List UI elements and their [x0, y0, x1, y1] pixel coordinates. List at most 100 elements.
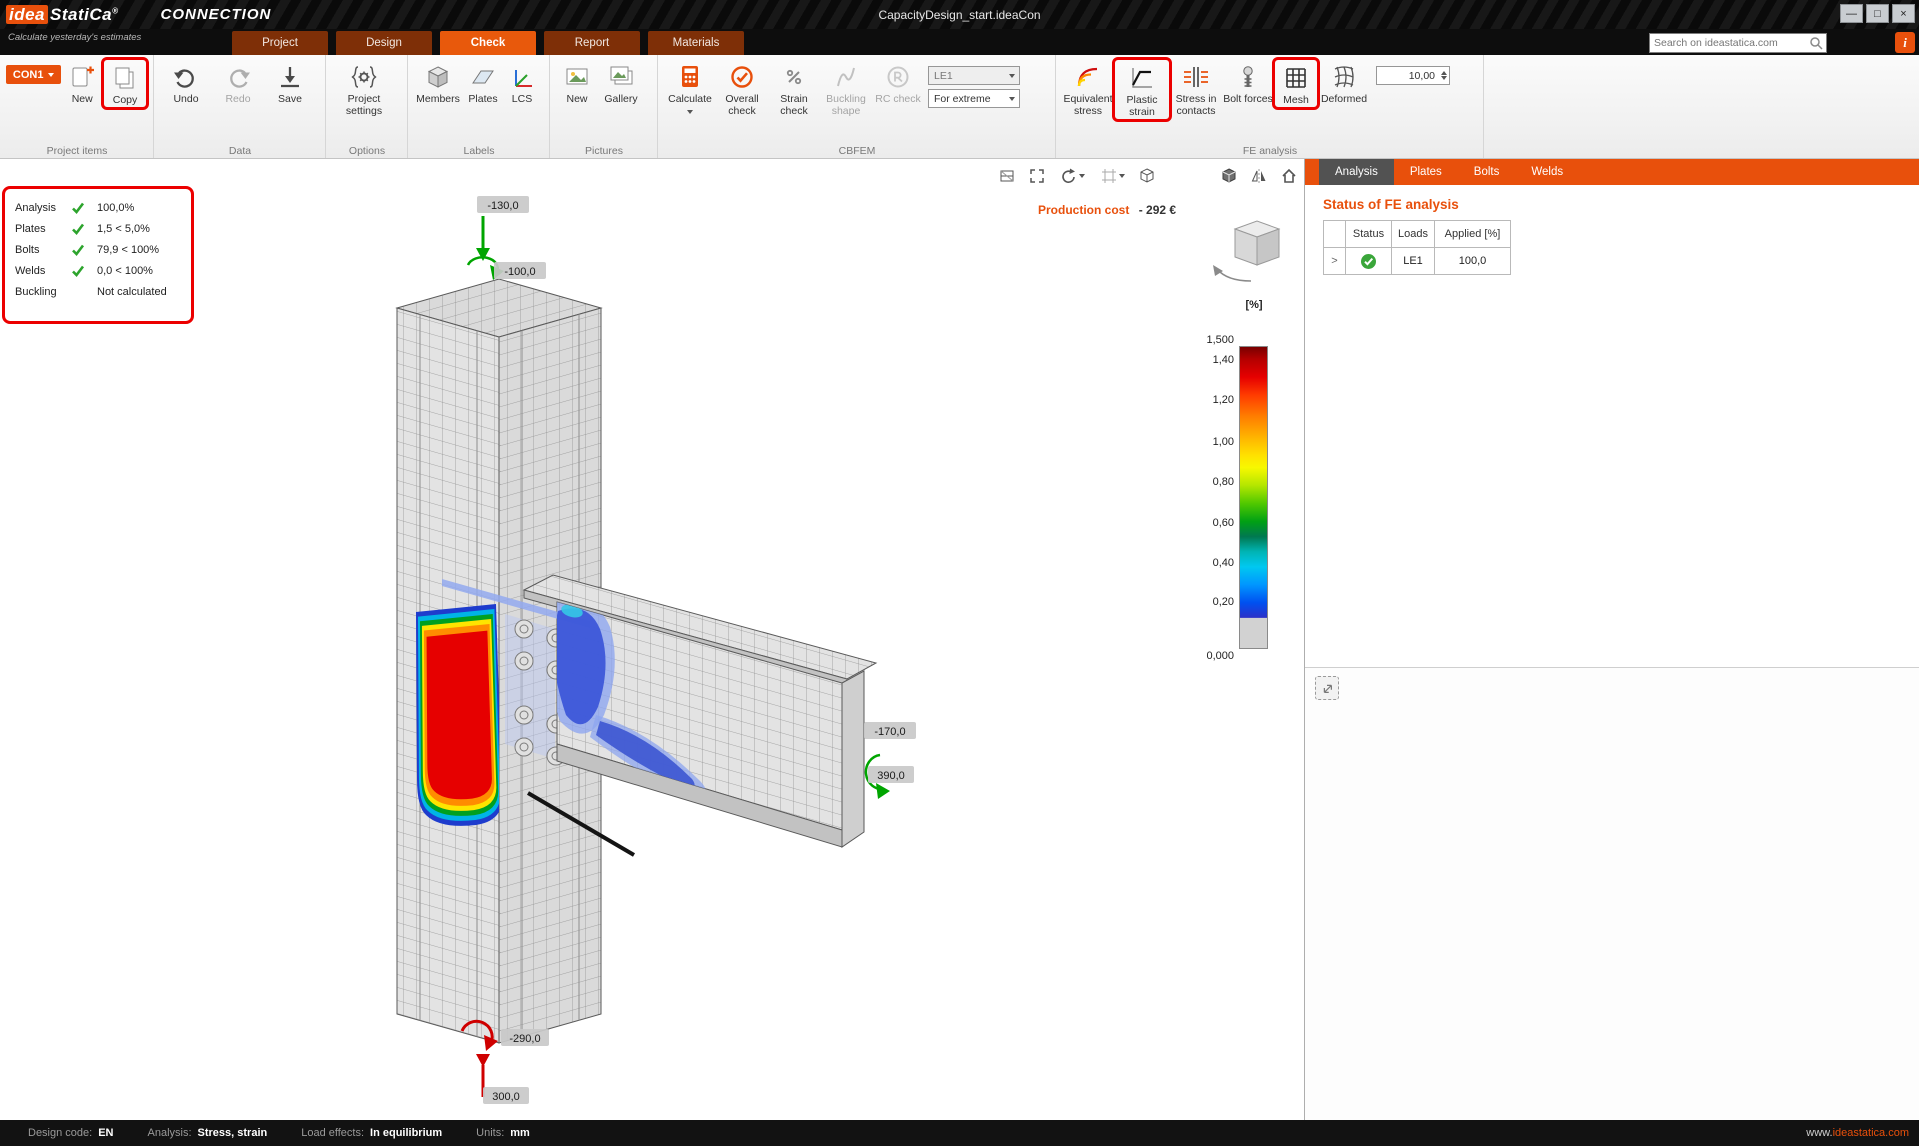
maximize-button[interactable]: □ [1866, 4, 1889, 23]
model-viewport[interactable]: Analysis 100,0% Plates 1,5 < 5,0% Bolts … [0, 159, 1304, 1120]
members-toggle-button[interactable]: Members [414, 60, 462, 105]
svg-text:-130,0: -130,0 [487, 200, 518, 212]
zoom-extents-button[interactable] [1025, 165, 1049, 187]
group-caption: Project items [0, 145, 154, 157]
load-effects-item: Load effects: In equilibrium [301, 1127, 442, 1139]
calculate-button[interactable]: Calculate [664, 60, 716, 117]
rotate-view-button[interactable] [1055, 165, 1089, 187]
rc-check-button[interactable]: RC check [872, 60, 924, 105]
results-tab-analysis[interactable]: Analysis [1319, 159, 1394, 185]
nav-row: Calculate yesterday's estimates Project … [0, 29, 1919, 55]
bolt-forces-button[interactable]: Bolt forces [1222, 60, 1274, 105]
overall-check-button[interactable]: Overall check [716, 60, 768, 117]
copy-highlight-box: Copy [101, 57, 149, 110]
summary-row-bolts: Bolts 79,9 < 100% [15, 239, 185, 260]
plates-toggle-button[interactable]: Plates [462, 60, 504, 105]
rc-check-icon [884, 63, 912, 91]
save-button[interactable]: Save [264, 60, 316, 105]
expander-header [1324, 221, 1346, 248]
table-row[interactable]: > LE1 100,0 [1324, 248, 1511, 275]
load-label-top-moment: -100,0 [494, 262, 546, 279]
strain-check-button[interactable]: Strain check [768, 60, 820, 117]
summary-row-plates: Plates 1,5 < 5,0% [15, 218, 185, 239]
group-caption: Options [326, 145, 408, 157]
wireframe-button[interactable] [1135, 165, 1159, 187]
titlebar: ideaStatiCa® CONNECTION CapacityDesign_s… [0, 0, 1919, 29]
plastic-strain-legend: [%] 1,500 1,40 1,20 1,00 0,80 0,60 0,40 … [1196, 299, 1280, 669]
orientation-cube[interactable] [1205, 211, 1297, 293]
svg-text:-290,0: -290,0 [509, 1033, 540, 1045]
plastic-strain-contour [416, 604, 502, 826]
search-box[interactable] [1649, 33, 1827, 53]
minimize-button[interactable]: — [1840, 4, 1863, 23]
project-settings-button[interactable]: Project settings [332, 60, 396, 117]
results-tab-welds[interactable]: Welds [1515, 159, 1579, 185]
search-input[interactable] [1650, 37, 1809, 49]
svg-text:390,0: 390,0 [877, 770, 905, 782]
home-view-button[interactable] [1277, 165, 1301, 187]
chevron-down-icon [687, 110, 693, 117]
wire-cube-icon [1138, 167, 1156, 185]
expand-pane-button[interactable] [1315, 676, 1339, 700]
contact-stress-icon [1182, 63, 1210, 91]
extreme-select[interactable]: For extreme [928, 89, 1020, 108]
legend-tick: 0,80 [1196, 476, 1234, 488]
info-button[interactable]: i [1895, 32, 1915, 53]
load-case-select[interactable]: LE1 [928, 66, 1020, 85]
plastic-strain-button[interactable]: Plastic strain [1116, 61, 1168, 118]
equivalent-stress-button[interactable]: Equivalent stress [1062, 60, 1114, 117]
load-label-beam-force: -170,0 [864, 722, 916, 739]
redo-button[interactable]: Redo [212, 60, 264, 105]
new-project-item-button[interactable]: New [61, 60, 103, 105]
lcs-toggle-button[interactable]: LCS [504, 60, 540, 105]
new-picture-button[interactable]: New [556, 60, 598, 105]
con1-dropdown[interactable]: CON1 [6, 65, 61, 84]
legend-unit: [%] [1236, 299, 1272, 311]
section-view-button[interactable] [995, 165, 1019, 187]
legend-tick: 0,60 [1196, 517, 1234, 529]
tab-materials[interactable]: Materials [648, 31, 744, 55]
website-link[interactable]: www.ideastatica.com [1806, 1127, 1909, 1139]
group-labels: Members Plates LCS [408, 55, 550, 158]
clipping-button[interactable] [1095, 165, 1129, 187]
picture-icon [563, 63, 591, 91]
gallery-button[interactable]: Gallery [598, 60, 644, 105]
deformed-scale-spinner[interactable]: 10,00 [1376, 66, 1450, 85]
copy-button[interactable]: Copy [105, 61, 145, 106]
close-button[interactable]: × [1892, 4, 1915, 23]
mirror-view-button[interactable] [1247, 165, 1271, 187]
results-tab-bolts[interactable]: Bolts [1458, 159, 1516, 185]
undo-icon [172, 63, 200, 91]
spin-down-icon[interactable] [1441, 76, 1447, 83]
svg-text:-100,0: -100,0 [504, 266, 535, 278]
design-code-item: Design code: EN [28, 1127, 114, 1139]
solid-view-button[interactable] [1217, 165, 1241, 187]
mesh-grid-icon [1282, 64, 1310, 92]
spin-up-icon[interactable] [1441, 68, 1447, 75]
production-cost: Production cost - 292 € [1038, 203, 1176, 217]
stress-in-contacts-button[interactable]: Stress in contacts [1170, 60, 1222, 117]
calculator-icon [676, 63, 704, 91]
group-caption: FE analysis [1056, 145, 1484, 157]
chevron-down-icon [1009, 97, 1015, 104]
row-expander[interactable]: > [1324, 248, 1346, 275]
tab-report[interactable]: Report [544, 31, 640, 55]
product-name: CONNECTION [161, 6, 272, 23]
tab-design[interactable]: Design [336, 31, 432, 55]
deformed-button[interactable]: Deformed [1318, 60, 1370, 105]
check-icon [71, 201, 85, 215]
axes-icon [508, 63, 536, 91]
document-title: CapacityDesign_start.ideaCon [0, 8, 1919, 22]
chevron-down-icon [48, 73, 54, 80]
results-lower-pane [1305, 667, 1919, 1120]
mesh-button[interactable]: Mesh [1276, 61, 1316, 106]
buckling-shape-button[interactable]: Buckling shape [820, 60, 872, 117]
percent-icon [780, 63, 808, 91]
row-applied: 100,0 [1434, 248, 1510, 275]
tab-project[interactable]: Project [232, 31, 328, 55]
legend-tick: 0,000 [1196, 650, 1234, 662]
tab-check[interactable]: Check [440, 31, 536, 55]
undo-button[interactable]: Undo [160, 60, 212, 105]
results-tab-plates[interactable]: Plates [1394, 159, 1458, 185]
legend-tick: 0,20 [1196, 596, 1234, 608]
